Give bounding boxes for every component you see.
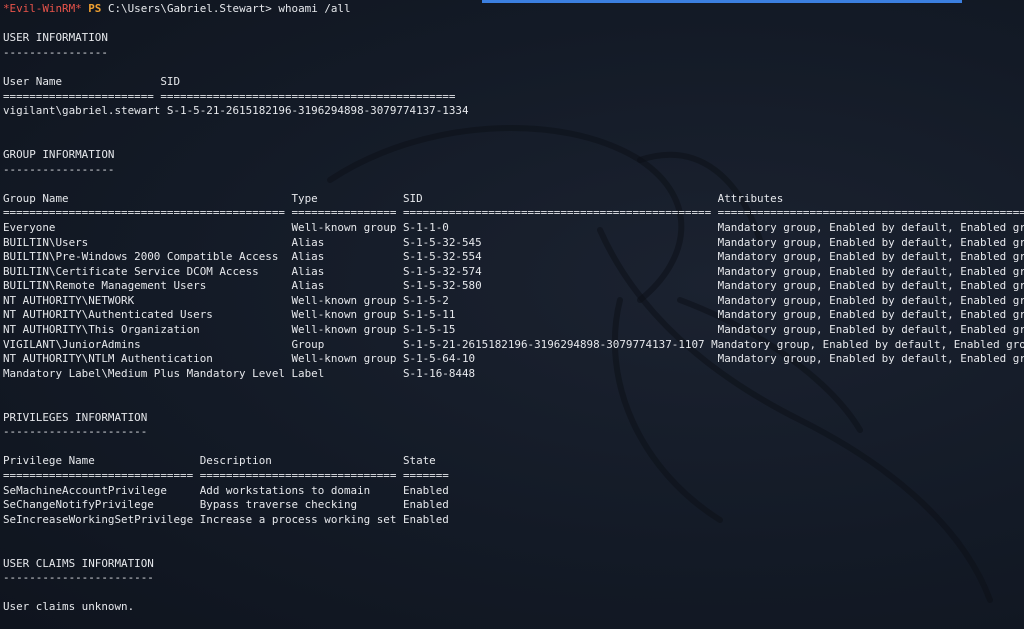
output-line: NT AUTHORITY\Authenticated Users Well-kn…	[3, 308, 1024, 322]
terminal-window[interactable]: *Evil-WinRM* PS C:\Users\Gabriel.Stewart…	[0, 0, 1024, 629]
output-line: Group Name Type SID Attributes	[3, 191, 784, 205]
command-text: whoami /all	[278, 2, 351, 15]
output-line: ======================= ================…	[3, 89, 456, 103]
output-line: PRIVILEGES INFORMATION	[3, 410, 148, 424]
output-line: -----------------------	[3, 571, 154, 585]
output-line: vigilant\gabriel.stewart S-1-5-21-261518…	[3, 104, 469, 118]
prompt-line: *Evil-WinRM* PS C:\Users\Gabriel.Stewart…	[3, 2, 1024, 17]
output-line: NT AUTHORITY\NTLM Authentication Well-kn…	[3, 352, 1024, 366]
output-line: ----------------	[3, 45, 108, 59]
output-line: GROUP INFORMATION	[3, 147, 115, 161]
output-line: SeIncreaseWorkingSetPrivilege Increase a…	[3, 512, 449, 526]
command-output: USER INFORMATION ---------------- User Nam…	[3, 17, 1024, 615]
output-line: ============================= ==========…	[3, 469, 449, 482]
output-line: ========================================…	[3, 206, 1024, 220]
output-line: User claims unknown.	[3, 600, 135, 614]
output-line: BUILTIN\Pre-Windows 2000 Compatible Acce…	[3, 250, 1024, 264]
output-line: SeMachineAccountPrivilege Add workstatio…	[3, 483, 449, 497]
output-line: USER INFORMATION	[3, 31, 108, 45]
output-line: User Name SID	[3, 74, 181, 88]
prompt-env: *Evil-WinRM*	[3, 2, 82, 15]
output-line: NT AUTHORITY\NETWORK Well-known group S-…	[3, 293, 1024, 307]
output-line: USER CLAIMS INFORMATION	[3, 556, 154, 570]
output-line: VIGILANT\JuniorAdmins Group S-1-5-21-261…	[3, 337, 1024, 351]
output-line: ----------------------	[3, 425, 148, 439]
output-line: BUILTIN\Remote Management Users Alias S-…	[3, 279, 1024, 293]
terminal-output[interactable]: *Evil-WinRM* PS C:\Users\Gabriel.Stewart…	[3, 2, 1024, 615]
prompt-ps: PS	[88, 2, 102, 15]
output-line: Everyone Well-known group S-1-1-0 Mandat…	[3, 220, 1024, 234]
output-line: Privilege Name Description State	[3, 454, 436, 468]
output-line: SeChangeNotifyPrivilege Bypass traverse …	[3, 498, 449, 512]
output-line: NT AUTHORITY\This Organization Well-know…	[3, 323, 1024, 337]
output-line: BUILTIN\Users Alias S-1-5-32-545 Mandato…	[3, 235, 1024, 249]
prompt-path: C:\Users\Gabriel.Stewart>	[107, 2, 272, 15]
output-line: BUILTIN\Certificate Service DCOM Access …	[3, 264, 1024, 278]
output-line: Mandatory Label\Medium Plus Mandatory Le…	[3, 366, 476, 380]
output-line: -----------------	[3, 162, 115, 176]
